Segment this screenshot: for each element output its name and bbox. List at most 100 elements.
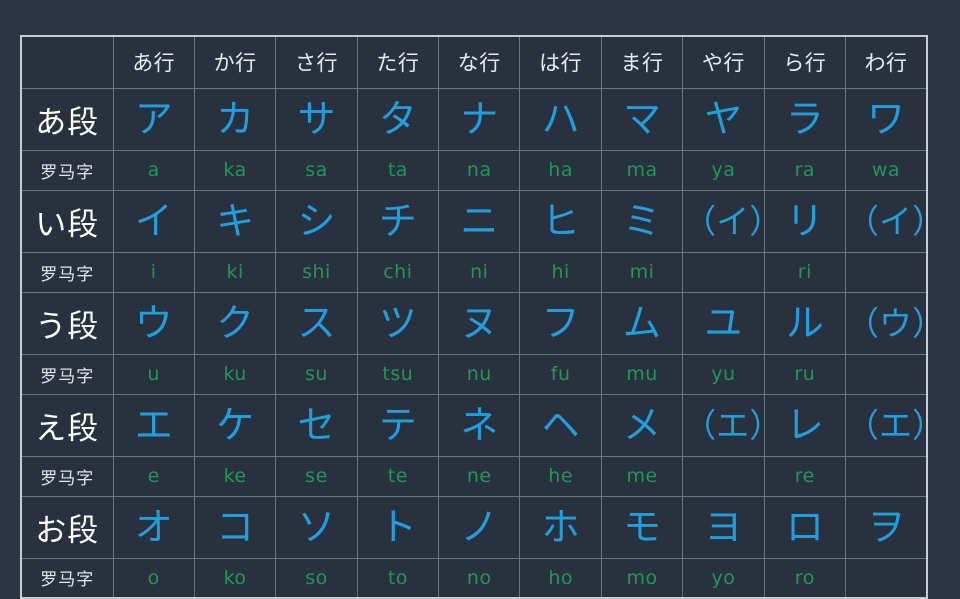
kana-cell: ロ <box>763 495 847 559</box>
romaji-cell: ru <box>763 353 847 395</box>
romaji-cell <box>682 455 765 497</box>
kana-cell: ナ <box>438 87 521 151</box>
romaji-cell: a <box>112 149 195 191</box>
kana-cell: コ <box>193 495 277 559</box>
romaji-cell: ho <box>519 557 602 599</box>
kana-cell: ム <box>600 291 684 355</box>
romaji-cell: ki <box>193 251 277 293</box>
kana-cell: エ <box>112 393 195 457</box>
romaji-cell: hi <box>519 251 602 293</box>
kana-cell: ス <box>275 291 358 355</box>
kana-cell: ミ <box>600 189 684 253</box>
kana-cell: （ウ） <box>845 291 928 355</box>
romaji-cell: yu <box>682 353 765 395</box>
romaji-cell: su <box>275 353 358 395</box>
romaji-cell: me <box>600 455 684 497</box>
romaji-row: 罗马字 u ku su tsu nu fu mu yu ru <box>20 353 928 395</box>
romaji-cell: se <box>275 455 358 497</box>
romaji-cell: sa <box>275 149 358 191</box>
romaji-cell: i <box>112 251 195 293</box>
kana-cell: ツ <box>356 291 440 355</box>
romaji-cell: u <box>112 353 195 395</box>
romaji-cell <box>845 353 928 395</box>
kana-cell: ノ <box>438 495 521 559</box>
kana-cell: ラ <box>763 87 847 151</box>
kana-cell: メ <box>600 393 684 457</box>
kana-cell: レ <box>763 393 847 457</box>
romaji-cell <box>845 557 928 599</box>
romaji-row: 罗马字 a ka sa ta na ha ma ya ra wa <box>20 149 928 191</box>
column-header-7: ま行 <box>600 35 684 89</box>
column-header-9: ら行 <box>763 35 847 89</box>
romaji-cell <box>845 455 928 497</box>
kana-cell: マ <box>600 87 684 151</box>
kana-row: え段エケセテネヘメ（エ）レ（エ） <box>20 393 928 457</box>
column-header-8: や行 <box>682 35 765 89</box>
romaji-row-label: 罗马字 <box>20 149 114 191</box>
romaji-cell: ta <box>356 149 440 191</box>
romaji-cell: to <box>356 557 440 599</box>
romaji-cell: mu <box>600 353 684 395</box>
kana-cell: ケ <box>193 393 277 457</box>
romaji-cell: na <box>438 149 521 191</box>
kana-cell: ト <box>356 495 440 559</box>
romaji-cell: ya <box>682 149 765 191</box>
romaji-cell <box>845 251 928 293</box>
romaji-cell: ko <box>193 557 277 599</box>
kana-cell: （エ） <box>682 393 765 457</box>
kana-cell: ヨ <box>682 495 765 559</box>
kana-cell: モ <box>600 495 684 559</box>
romaji-cell: fu <box>519 353 602 395</box>
column-header-1: あ行 <box>112 35 195 89</box>
kana-row: い段イキシチニヒミ（イ）リ（イ） <box>20 189 928 253</box>
kana-cell: ホ <box>519 495 602 559</box>
kana-cell: ネ <box>438 393 521 457</box>
kana-cell: ヤ <box>682 87 765 151</box>
column-header-4: た行 <box>356 35 440 89</box>
romaji-row-label: 罗马字 <box>20 455 114 497</box>
kana-cell: ソ <box>275 495 358 559</box>
column-header-10: わ行 <box>845 35 928 89</box>
romaji-cell: ke <box>193 455 277 497</box>
kana-cell: チ <box>356 189 440 253</box>
kana-cell: オ <box>112 495 195 559</box>
table-corner-cell <box>20 35 114 89</box>
romaji-cell: te <box>356 455 440 497</box>
romaji-row: 罗马字 e ke se te ne he me re <box>20 455 928 497</box>
romaji-cell: shi <box>275 251 358 293</box>
kana-cell: ク <box>193 291 277 355</box>
kana-cell: シ <box>275 189 358 253</box>
kana-cell: ヌ <box>438 291 521 355</box>
romaji-cell <box>682 251 765 293</box>
romaji-cell: ku <box>193 353 277 395</box>
kana-cell: ヘ <box>519 393 602 457</box>
row-label-2: い段 <box>20 189 114 253</box>
column-header-5: な行 <box>438 35 521 89</box>
kana-cell: （イ） <box>682 189 765 253</box>
kana-cell: ハ <box>519 87 602 151</box>
romaji-cell: ha <box>519 149 602 191</box>
romaji-cell: nu <box>438 353 521 395</box>
romaji-cell: ma <box>600 149 684 191</box>
romaji-row-label: 罗马字 <box>20 557 114 599</box>
kana-cell: （エ） <box>845 393 928 457</box>
romaji-cell: o <box>112 557 195 599</box>
kana-cell: ワ <box>845 87 928 151</box>
kana-cell: ユ <box>682 291 765 355</box>
romaji-cell: chi <box>356 251 440 293</box>
romaji-cell: e <box>112 455 195 497</box>
romaji-cell: ka <box>193 149 277 191</box>
kana-cell: フ <box>519 291 602 355</box>
kana-cell: リ <box>763 189 847 253</box>
row-label-5: お段 <box>20 495 114 559</box>
row-label-1: あ段 <box>20 87 114 151</box>
kana-cell: テ <box>356 393 440 457</box>
kana-cell: ニ <box>438 189 521 253</box>
column-header-3: さ行 <box>275 35 358 89</box>
row-label-3: う段 <box>20 291 114 355</box>
kana-cell: ヒ <box>519 189 602 253</box>
romaji-cell: mo <box>600 557 684 599</box>
romaji-row-label: 罗马字 <box>20 251 114 293</box>
romaji-cell: ro <box>763 557 847 599</box>
romaji-row: 罗马字 i ki shi chi ni hi mi ri <box>20 251 928 293</box>
